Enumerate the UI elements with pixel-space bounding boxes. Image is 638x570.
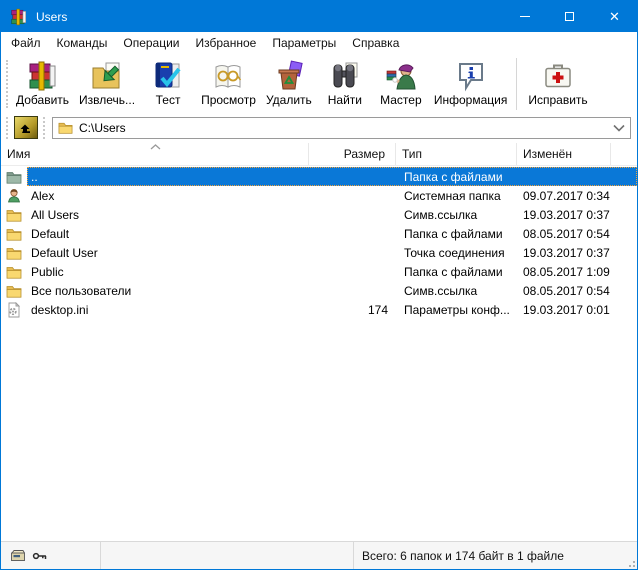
file-row-alex[interactable]: Alex Системная папка 09.07.2017 0:34 [1,186,637,205]
test-button[interactable]: Тест [140,58,196,110]
add-archive-icon [27,60,59,92]
folder-icon [6,264,22,280]
winrar-window: Users ✕ Файл Команды Операции Избранное … [0,0,638,570]
totals-text: Всего: 6 папок и 174 байт в 1 файле [362,549,564,563]
user-icon [6,188,22,204]
minimize-button[interactable] [502,1,547,32]
repair-button[interactable]: Исправить [523,58,592,110]
extract-button[interactable]: Извлечь... [74,58,140,110]
info-button[interactable]: Информация [429,58,512,110]
statusbar-totals-pane: Всего: 6 папок и 174 байт в 1 файле [354,542,637,569]
column-header-modified[interactable]: Изменён [517,143,611,165]
view-button[interactable]: Просмотр [196,58,261,110]
maximize-button[interactable] [547,1,592,32]
winrar-app-icon [10,8,28,26]
addressbar-gripper-1[interactable] [6,117,9,139]
file-row-public[interactable]: Public Папка с файлами 08.05.2017 1:09 [1,262,637,281]
address-bar: C:\Users [1,114,637,143]
file-row-default-user[interactable]: Default User Точка соединения 19.03.2017… [1,243,637,262]
test-icon [152,60,184,92]
addressbar-gripper-2[interactable] [43,117,46,139]
folder-icon [6,207,22,223]
column-header-filler [611,143,637,165]
find-icon [329,60,361,92]
folder-icon [58,120,73,135]
chevron-down-icon[interactable] [613,124,625,132]
folder-up-arrow-icon [18,120,34,136]
close-icon: ✕ [609,10,620,23]
column-header-row: Имя Размер Тип Изменён [1,143,637,166]
menu-help[interactable]: Справка [344,34,407,52]
add-button[interactable]: Добавить [11,58,74,110]
folder-up-icon [6,169,22,185]
column-header-type[interactable]: Тип [396,143,517,165]
menu-operations[interactable]: Операции [115,34,187,52]
key-icon[interactable] [32,549,48,563]
view-icon [212,60,244,92]
maximize-icon [565,12,574,21]
statusbar-icons-pane [1,542,101,569]
extract-icon [91,60,123,92]
wizard-icon [385,60,417,92]
drive-icon[interactable] [10,549,26,563]
folder-icon [6,283,22,299]
file-list[interactable]: .. Папка с файлами Alex Системная папка … [1,166,637,541]
close-button[interactable]: ✕ [592,1,637,32]
status-bar: Всего: 6 папок и 174 байт в 1 файле [1,541,637,569]
menu-file[interactable]: Файл [3,34,49,52]
find-button[interactable]: Найти [317,58,373,110]
ini-file-icon [6,302,22,318]
info-icon [455,60,487,92]
toolbar: Добавить Извлечь... Тест [1,53,637,114]
wizard-button[interactable]: Мастер [373,58,429,110]
file-row-vse-polzovateli[interactable]: Все пользователи Симв.ссылка 08.05.2017 … [1,281,637,300]
file-row-default[interactable]: Default Папка с файлами 08.05.2017 0:54 [1,224,637,243]
minimize-icon [520,16,530,17]
folder-icon [6,226,22,242]
file-row-all-users[interactable]: All Users Симв.ссылка 19.03.2017 0:37 [1,205,637,224]
toolbar-gripper[interactable] [6,60,9,108]
menu-commands[interactable]: Команды [49,34,116,52]
column-header-size[interactable]: Размер [309,143,396,165]
title-bar[interactable]: Users ✕ [1,1,637,32]
resize-grip[interactable] [625,557,635,567]
folder-icon [6,245,22,261]
window-title: Users [36,10,502,24]
menu-bar: Файл Команды Операции Избранное Параметр… [1,32,637,53]
menu-options[interactable]: Параметры [264,34,344,52]
file-row-parent-dir[interactable]: .. Папка с файлами [1,167,637,186]
repair-icon [542,60,574,92]
toolbar-separator [516,58,517,110]
current-path: C:\Users [79,121,613,135]
file-row-desktop-ini[interactable]: desktop.ini 174 Параметры конф... 19.03.… [1,300,637,319]
menu-favorites[interactable]: Избранное [188,34,265,52]
statusbar-message-pane [101,542,354,569]
delete-button[interactable]: Удалить [261,58,317,110]
address-combobox[interactable]: C:\Users [52,117,631,139]
sort-ascending-icon [150,144,161,150]
up-one-level-button[interactable] [14,116,38,139]
delete-icon [273,60,305,92]
